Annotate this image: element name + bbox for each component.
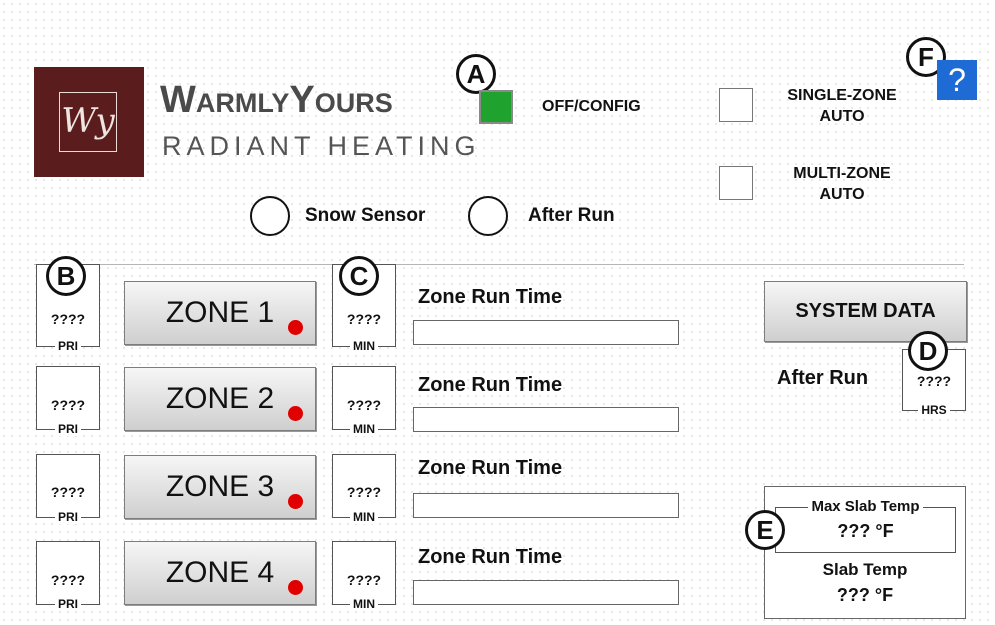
zone3-minutes-value: ???? <box>346 484 382 500</box>
off-config-label: OFF/CONFIG <box>542 98 641 115</box>
help-button[interactable]: ? <box>937 60 977 100</box>
after-run-option-label: After Run <box>528 205 615 226</box>
zone2-run-time-label: Zone Run Time <box>418 374 563 396</box>
zone1-minutes-value: ???? <box>346 311 382 327</box>
zone2-minutes-value: ???? <box>346 397 382 413</box>
zone4-priority-box[interactable]: ???? PRI <box>36 541 100 611</box>
zone4-button[interactable]: ZONE 4 <box>124 541 316 605</box>
zone2-label: ZONE 2 <box>165 382 275 415</box>
zone4-run-time-field[interactable] <box>413 580 679 605</box>
divider <box>34 264 964 265</box>
zone1-status-indicator <box>288 320 303 335</box>
zone4-minutes-unit: MIN <box>350 597 378 611</box>
zone4-minutes-value: ???? <box>346 572 382 588</box>
zone1-button[interactable]: ZONE 1 <box>124 281 316 345</box>
multi-zone-auto-button[interactable] <box>719 166 753 200</box>
brand-logo: Wy <box>34 67 144 177</box>
zone2-priority-unit: PRI <box>54 422 81 436</box>
zone4-minutes-box[interactable]: ???? MIN <box>332 541 396 611</box>
max-slab-temp-value: ??? °F <box>837 521 894 541</box>
zone2-minutes-box[interactable]: ???? MIN <box>332 366 396 436</box>
callout-e: E <box>745 510 785 550</box>
after-run-hours-value: ???? <box>916 373 952 389</box>
zone1-priority-value: ???? <box>50 311 86 327</box>
snow-sensor-label: Snow Sensor <box>305 205 426 226</box>
callout-c: C <box>339 256 379 296</box>
zone4-priority-unit: PRI <box>54 597 81 611</box>
zone1-run-time-field[interactable] <box>413 320 679 345</box>
zone1-label: ZONE 1 <box>165 296 275 329</box>
brand-tagline: RADIANT HEATING <box>162 131 481 161</box>
callout-d: D <box>908 331 948 371</box>
logo-monogram: Wy <box>61 101 115 141</box>
zone3-minutes-unit: MIN <box>350 510 378 524</box>
zone1-run-time-label: Zone Run Time <box>418 286 563 308</box>
slab-temp-panel: Max Slab Temp ??? °F Slab Temp ??? °F <box>764 486 966 619</box>
zone4-label: ZONE 4 <box>165 556 275 589</box>
zone1-minutes-unit: MIN <box>350 339 378 353</box>
slab-temp-value: ??? °F <box>836 585 894 605</box>
after-run-hours-unit: HRS <box>918 403 950 417</box>
zone3-button[interactable]: ZONE 3 <box>124 455 316 519</box>
zone4-run-time-label: Zone Run Time <box>418 546 563 568</box>
zone2-run-time-field[interactable] <box>413 407 679 432</box>
logo-frame: Wy <box>59 92 117 152</box>
brand-name: WarmlyYours <box>160 79 393 121</box>
zone4-status-indicator <box>288 580 303 595</box>
callout-a: A <box>456 54 496 94</box>
max-slab-temp-label: Max Slab Temp <box>808 498 923 515</box>
zone3-priority-value: ???? <box>50 484 86 500</box>
slab-temp-label: Slab Temp <box>822 560 908 579</box>
multi-zone-auto-label: MULTI-ZONE AUTO <box>793 165 891 203</box>
zone3-priority-unit: PRI <box>54 510 81 524</box>
off-config-indicator[interactable] <box>479 90 513 124</box>
zone1-priority-unit: PRI <box>54 339 81 353</box>
after-run-radio[interactable] <box>468 196 508 236</box>
single-zone-auto-label: SINGLE-ZONE AUTO <box>787 87 897 125</box>
zone3-status-indicator <box>288 494 303 509</box>
zone2-status-indicator <box>288 406 303 421</box>
zone3-run-time-field[interactable] <box>413 493 679 518</box>
after-run-label: After Run <box>777 367 869 389</box>
zone2-minutes-unit: MIN <box>350 422 378 436</box>
zone3-priority-box[interactable]: ???? PRI <box>36 454 100 524</box>
zone2-priority-value: ???? <box>50 397 86 413</box>
zone2-button[interactable]: ZONE 2 <box>124 367 316 431</box>
snow-sensor-radio[interactable] <box>250 196 290 236</box>
max-slab-temp-box[interactable]: Max Slab Temp ??? °F <box>775 498 956 553</box>
question-icon: ? <box>948 62 966 98</box>
single-zone-auto-button[interactable] <box>719 88 753 122</box>
zone3-run-time-label: Zone Run Time <box>418 457 563 479</box>
zone3-minutes-box[interactable]: ???? MIN <box>332 454 396 524</box>
zone3-label: ZONE 3 <box>165 470 275 503</box>
callout-b: B <box>46 256 86 296</box>
zone4-priority-value: ???? <box>50 572 86 588</box>
zone2-priority-box[interactable]: ???? PRI <box>36 366 100 436</box>
